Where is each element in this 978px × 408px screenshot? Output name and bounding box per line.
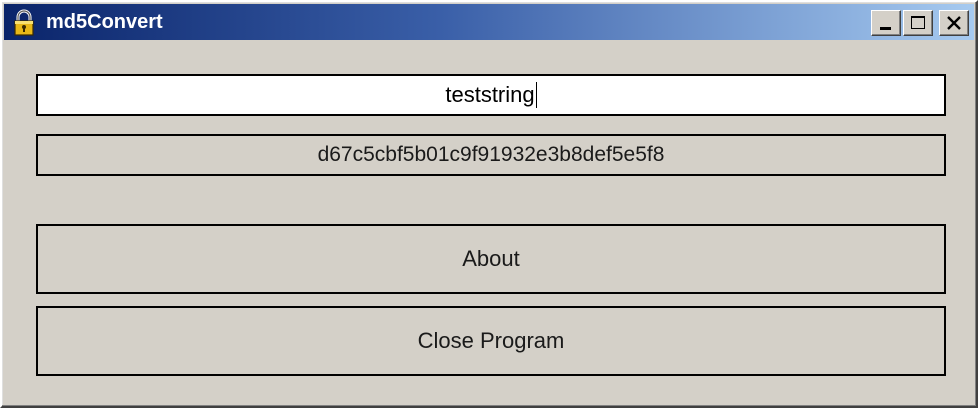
- minimize-icon: [880, 27, 891, 30]
- close-window-button[interactable]: [939, 10, 969, 36]
- maximize-icon: [911, 16, 925, 29]
- lock-icon: [14, 9, 34, 36]
- close-program-button-label: Close Program: [417, 328, 565, 353]
- input-value: teststring: [445, 82, 535, 107]
- about-button-label: About: [462, 246, 520, 271]
- close-program-button[interactable]: Close Program: [36, 306, 946, 376]
- window-title: md5Convert: [46, 11, 163, 33]
- input-text-field[interactable]: teststring: [36, 74, 946, 116]
- about-button[interactable]: About: [36, 224, 946, 294]
- md5-hash-output: d67c5cbf5b01c9f91932e3b8def5e5f8: [36, 134, 946, 176]
- text-caret: [535, 82, 537, 108]
- close-icon: [947, 16, 961, 30]
- title-bar[interactable]: md5Convert: [4, 4, 974, 40]
- hash-value: d67c5cbf5b01c9f91932e3b8def5e5f8: [317, 143, 665, 166]
- app-window: md5Convert teststring d67c5cbf5b01c9f919…: [0, 0, 978, 408]
- minimize-button[interactable]: [871, 10, 901, 36]
- maximize-button[interactable]: [903, 10, 933, 36]
